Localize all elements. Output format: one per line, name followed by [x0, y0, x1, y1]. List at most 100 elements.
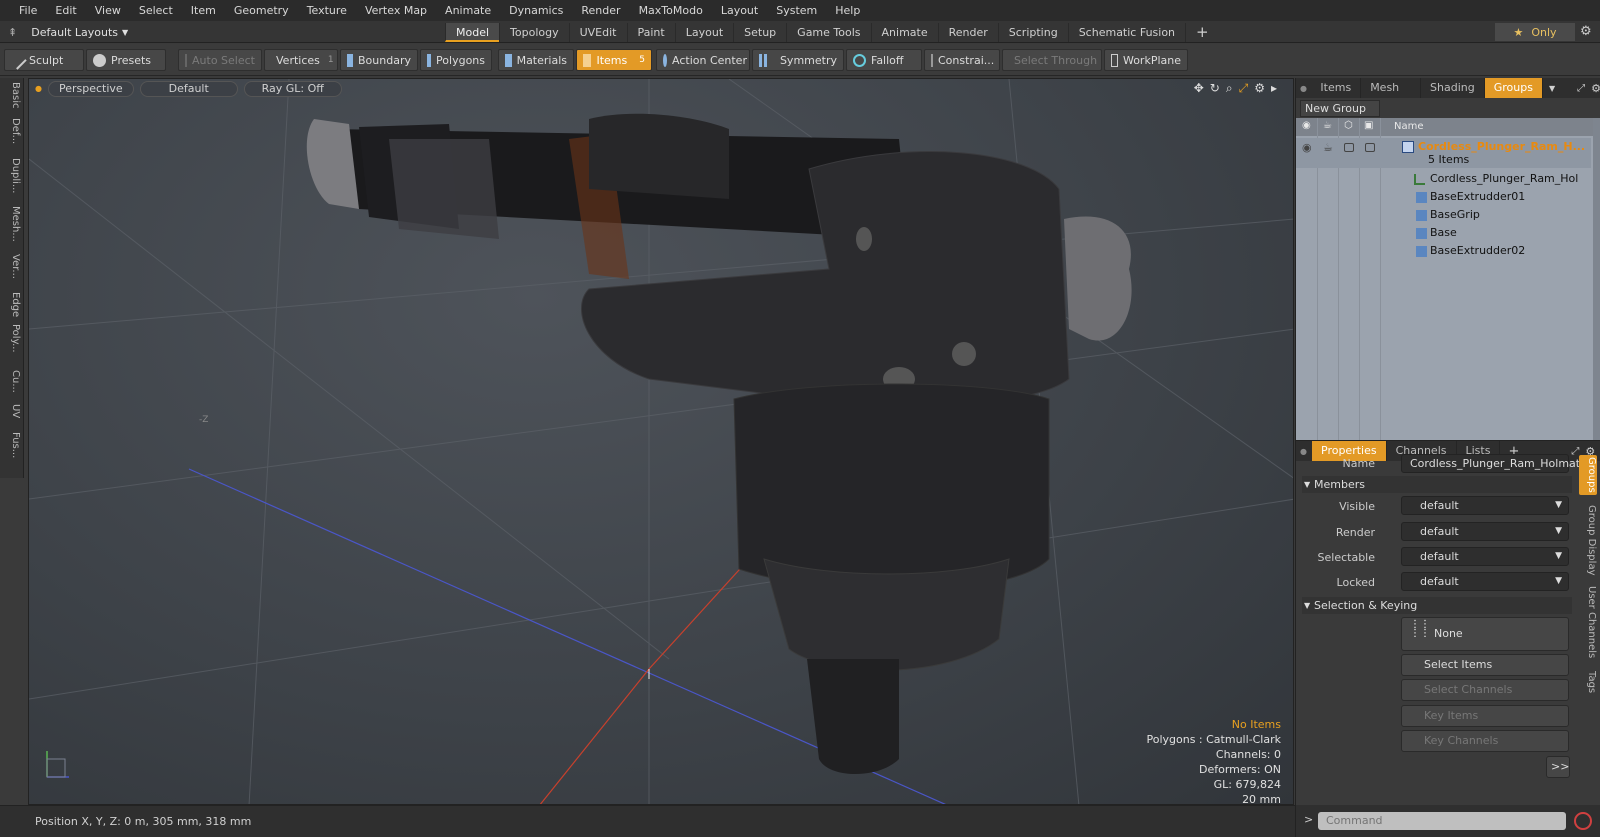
tab-model[interactable]: Model: [445, 23, 500, 42]
render-column-icon[interactable]: ☕: [1323, 120, 1332, 131]
viewport-menu-icon[interactable]: ●: [35, 84, 42, 99]
side-tab-tags[interactable]: Tags: [1579, 667, 1597, 697]
left-tab-curve[interactable]: Cu...: [3, 370, 21, 393]
select-through-button[interactable]: Select Through: [1002, 49, 1102, 71]
auto-select-button[interactable]: Auto Select: [178, 49, 262, 71]
lock-toggle-icon[interactable]: [1365, 143, 1375, 152]
tab-mesh[interactable]: Mesh ...: [1361, 78, 1422, 114]
left-tab-vertex[interactable]: Ver...: [3, 254, 21, 279]
select-column-icon[interactable]: ⬡: [1344, 120, 1353, 131]
materials-button[interactable]: Materials: [498, 49, 574, 71]
tree-row-mesh[interactable]: BaseExtrudder02: [1296, 242, 1591, 260]
lock-column-icon[interactable]: ▣: [1364, 120, 1373, 131]
raygl-button[interactable]: Ray GL: Off: [243, 81, 342, 97]
selectable-select[interactable]: default ▼: [1401, 547, 1569, 566]
tab-animate[interactable]: Animate: [870, 23, 938, 42]
left-tab-polygon[interactable]: Poly...: [3, 324, 21, 353]
constraints-button[interactable]: Constrai...: [924, 49, 1000, 71]
menu-layout[interactable]: Layout: [712, 0, 767, 21]
polygons-button[interactable]: Polygons: [420, 49, 492, 71]
menu-dynamics[interactable]: Dynamics: [500, 0, 572, 21]
tree-scrollbar[interactable]: [1593, 118, 1600, 440]
left-tab-edge[interactable]: Edge: [3, 292, 21, 317]
tree-row-group[interactable]: ◉ ☕ Cordless_Plunger_Ram_H... 5 Items: [1296, 138, 1591, 168]
symmetry-button[interactable]: Symmetry: [752, 49, 844, 71]
vertices-button[interactable]: Vertices 1: [264, 49, 338, 71]
members-section-header[interactable]: ▼ Members: [1302, 476, 1572, 493]
3d-viewport[interactable]: ● Perspective Default Ray GL: Off ✥ ↻ ⌕ …: [28, 78, 1294, 805]
tab-paint[interactable]: Paint: [626, 23, 675, 42]
side-tab-user-channels[interactable]: User Channels: [1579, 585, 1597, 659]
sculpt-button[interactable]: Sculpt: [4, 49, 84, 71]
tab-topology[interactable]: Topology: [499, 23, 569, 42]
command-input[interactable]: [1318, 812, 1566, 830]
rotate-icon[interactable]: ↻: [1210, 81, 1220, 96]
menu-select[interactable]: Select: [130, 0, 182, 21]
render-toggle-icon[interactable]: ☕: [1323, 139, 1333, 157]
tab-setup[interactable]: Setup: [733, 23, 786, 42]
menu-item[interactable]: Item: [182, 0, 225, 21]
left-tab-mesh[interactable]: Mesh...: [3, 206, 21, 242]
falloff-button[interactable]: Falloff: [846, 49, 922, 71]
layout-selector[interactable]: ⇞ Default Layouts ▼: [8, 23, 158, 41]
select-channels-button[interactable]: Select Channels: [1401, 679, 1569, 701]
items-button[interactable]: Items 5: [576, 49, 652, 71]
menu-geometry[interactable]: Geometry: [225, 0, 298, 21]
tree-row-locator[interactable]: Cordless_Plunger_Ram_Hol ...: [1296, 170, 1591, 203]
left-tab-deform[interactable]: Def...: [3, 118, 21, 144]
render-select[interactable]: default ▼: [1401, 522, 1569, 541]
menu-system[interactable]: System: [767, 0, 826, 21]
left-tab-fusion[interactable]: Fus...: [3, 432, 21, 458]
new-group-button[interactable]: New Group: [1300, 100, 1380, 117]
visibility-eye-icon[interactable]: ◉: [1302, 139, 1312, 157]
zoom-icon[interactable]: ⌕: [1226, 81, 1233, 96]
menu-render[interactable]: Render: [572, 0, 629, 21]
menu-edit[interactable]: Edit: [46, 0, 85, 21]
shading-mode-button[interactable]: Default: [139, 81, 238, 97]
maximize-icon[interactable]: ⤢: [1577, 83, 1585, 94]
menu-help[interactable]: Help: [826, 0, 869, 21]
menu-animate[interactable]: Animate: [436, 0, 500, 21]
tab-scripting[interactable]: Scripting: [997, 23, 1068, 42]
only-button[interactable]: ★ Only: [1495, 23, 1575, 41]
workplane-button[interactable]: WorkPlane: [1104, 49, 1188, 71]
locked-select[interactable]: default ▼: [1401, 572, 1569, 591]
fit-icon[interactable]: ⤢: [1239, 81, 1249, 96]
action-center-button[interactable]: Action Center: [656, 49, 750, 71]
tab-uvedit[interactable]: UVEdit: [568, 23, 627, 42]
none-button[interactable]: ⋮⋮ ⋮⋮ None: [1401, 617, 1569, 651]
chevron-down-icon[interactable]: ▼: [1549, 84, 1555, 93]
presets-button[interactable]: Presets: [86, 49, 166, 71]
more-button[interactable]: >>: [1546, 756, 1570, 778]
view-type-button[interactable]: Perspective: [47, 81, 134, 97]
left-tab-duplicate[interactable]: Dupli...: [3, 158, 21, 193]
tab-game-tools[interactable]: Game Tools: [786, 23, 870, 42]
selectable-toggle-icon[interactable]: [1344, 143, 1354, 152]
left-tab-basic[interactable]: Basic: [3, 82, 21, 108]
tab-render[interactable]: Render: [937, 23, 998, 42]
expand-arrow-icon[interactable]: ▸: [1271, 81, 1277, 96]
menu-vertex-map[interactable]: Vertex Map: [356, 0, 436, 21]
viewport-gear-icon[interactable]: ⚙: [1254, 81, 1265, 96]
side-tab-group-display[interactable]: Group Display: [1579, 503, 1597, 577]
key-channels-button[interactable]: Key Channels: [1401, 730, 1569, 752]
group-name-field[interactable]: Cordless_Plunger_Ram_Holmatro: [1401, 454, 1591, 473]
record-icon[interactable]: [1574, 812, 1592, 830]
tree-row-mesh[interactable]: BaseExtrudder01: [1296, 188, 1591, 206]
left-tab-uv[interactable]: UV: [3, 404, 21, 418]
tab-shading[interactable]: Shading: [1421, 78, 1485, 98]
boundary-button[interactable]: Boundary: [340, 49, 418, 71]
menu-maxtomodo[interactable]: MaxToModo: [630, 0, 712, 21]
visibility-column-icon[interactable]: ◉: [1302, 120, 1311, 131]
tab-layout[interactable]: Layout: [674, 23, 733, 42]
tab-groups[interactable]: Groups: [1484, 78, 1543, 98]
tab-items[interactable]: Items: [1311, 78, 1362, 98]
selection-keying-section-header[interactable]: ▼ Selection & Keying: [1302, 597, 1572, 614]
tree-row-mesh[interactable]: Base: [1296, 224, 1591, 242]
menu-view[interactable]: View: [86, 0, 130, 21]
side-tab-groups[interactable]: Groups: [1579, 455, 1597, 495]
key-items-button[interactable]: Key Items: [1401, 705, 1569, 727]
menu-texture[interactable]: Texture: [298, 0, 356, 21]
add-tab-icon[interactable]: +: [1185, 23, 1219, 42]
select-items-button[interactable]: Select Items: [1401, 654, 1569, 676]
